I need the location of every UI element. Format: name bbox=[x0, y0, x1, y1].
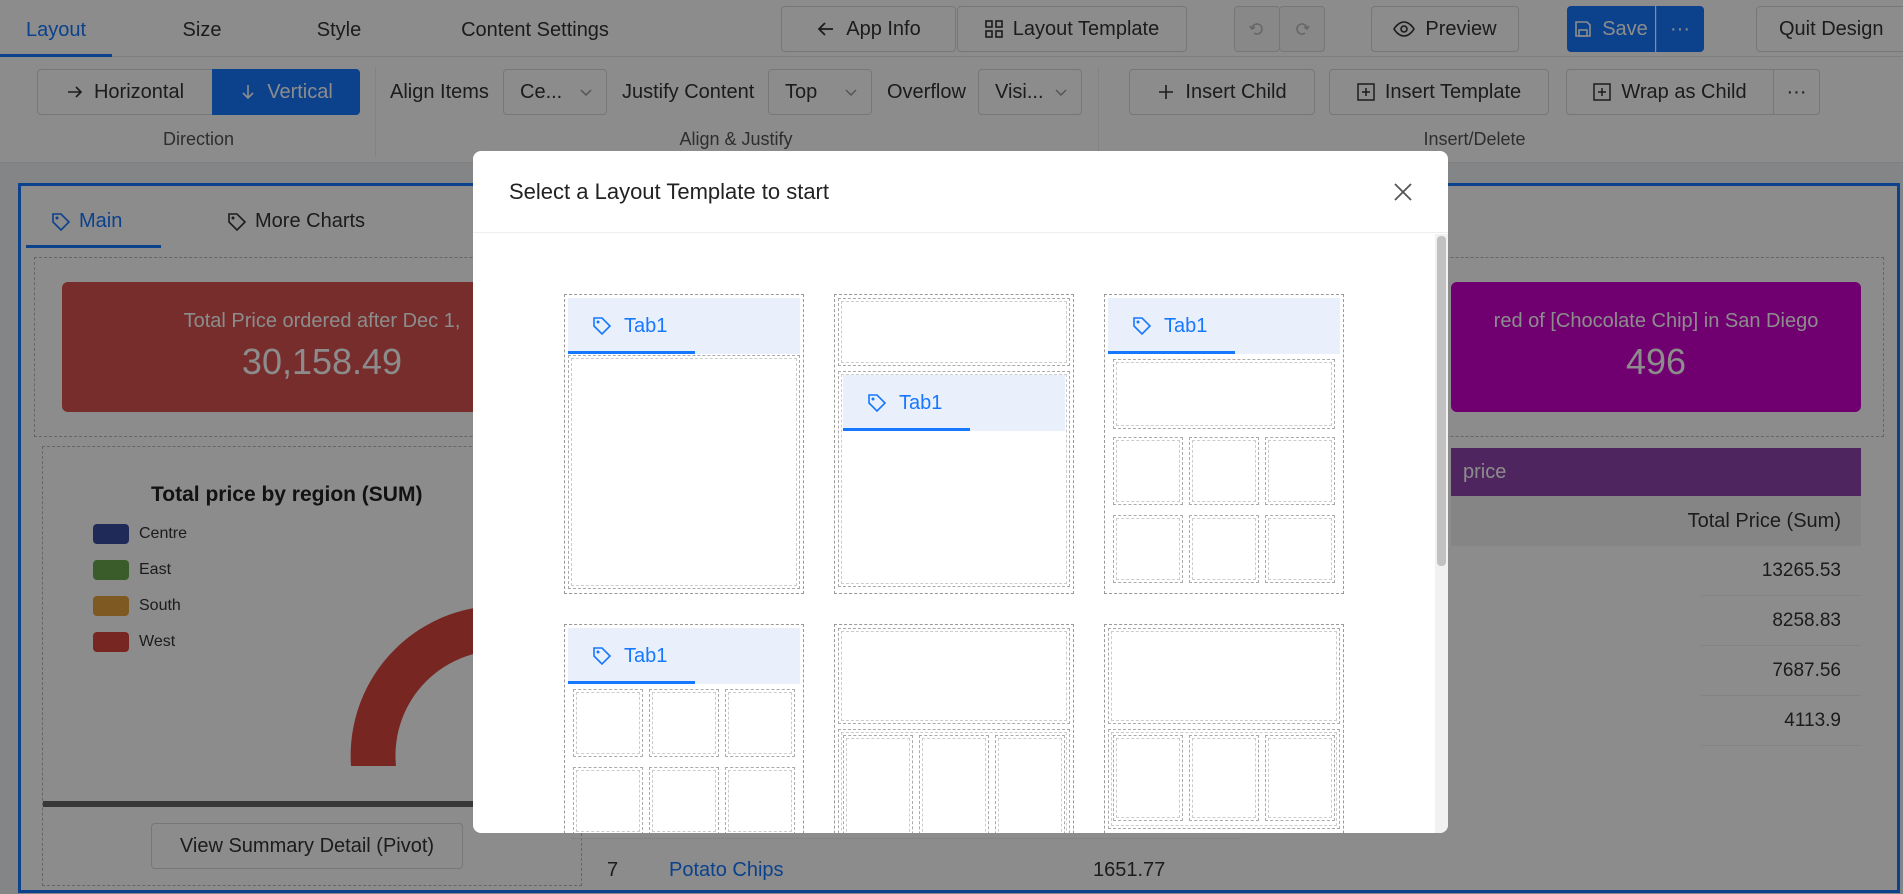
template-header-tab[interactable]: Tab1 bbox=[834, 294, 1074, 594]
template-panel bbox=[1113, 359, 1335, 429]
template-tab-header: Tab1 bbox=[568, 628, 800, 684]
tag-icon bbox=[592, 646, 612, 666]
template-tab-header: Tab1 bbox=[1108, 298, 1340, 354]
tag-icon bbox=[1132, 316, 1152, 336]
template-panel bbox=[649, 767, 719, 833]
template-panel bbox=[568, 355, 800, 589]
template-tab-label: Tab1 bbox=[624, 314, 668, 337]
scrollbar-thumb[interactable] bbox=[1437, 236, 1446, 566]
modal-title: Select a Layout Template to start bbox=[509, 179, 829, 204]
template-panel bbox=[838, 628, 1070, 724]
template-header-cells[interactable] bbox=[1104, 624, 1344, 833]
template-panel bbox=[1265, 437, 1335, 505]
template-tab-label: Tab1 bbox=[899, 391, 943, 414]
template-gallery: Tab1 Tab1 Tab1 Tab1 bbox=[473, 234, 1435, 833]
template-tab-header: Tab1 bbox=[843, 375, 1065, 431]
template-panel bbox=[573, 767, 643, 833]
tag-icon bbox=[867, 393, 887, 413]
template-panel bbox=[725, 767, 795, 833]
template-panel bbox=[573, 689, 643, 757]
close-button[interactable] bbox=[1392, 181, 1414, 208]
template-panel bbox=[1265, 515, 1335, 583]
template-panel bbox=[1108, 628, 1340, 724]
template-panel bbox=[838, 298, 1070, 366]
template-panel bbox=[649, 689, 719, 757]
template-panel bbox=[1189, 437, 1259, 505]
modal-scrollbar[interactable] bbox=[1435, 234, 1448, 833]
template-tab-grid[interactable]: Tab1 bbox=[1104, 294, 1344, 594]
modal-header: Select a Layout Template to start bbox=[473, 151, 1448, 233]
tag-icon bbox=[592, 316, 612, 336]
template-panel bbox=[1113, 515, 1183, 583]
template-panel bbox=[725, 689, 795, 757]
template-panel bbox=[995, 735, 1065, 833]
template-panel bbox=[1265, 735, 1335, 821]
layout-template-modal: Select a Layout Template to start Tab1 T… bbox=[473, 151, 1448, 833]
template-panel bbox=[919, 735, 989, 833]
template-tab-header: Tab1 bbox=[568, 298, 800, 354]
template-panel bbox=[1189, 735, 1259, 821]
template-tab-single[interactable]: Tab1 bbox=[564, 294, 804, 594]
template-tab-label: Tab1 bbox=[624, 644, 668, 667]
template-panel bbox=[1113, 437, 1183, 505]
template-panel bbox=[1113, 735, 1183, 821]
template-tab-label: Tab1 bbox=[1164, 314, 1208, 337]
template-panel bbox=[843, 735, 913, 833]
template-panel bbox=[1189, 515, 1259, 583]
template-tab-grid-2[interactable]: Tab1 bbox=[564, 624, 804, 833]
template-header-columns[interactable] bbox=[834, 624, 1074, 833]
close-icon bbox=[1392, 181, 1414, 203]
